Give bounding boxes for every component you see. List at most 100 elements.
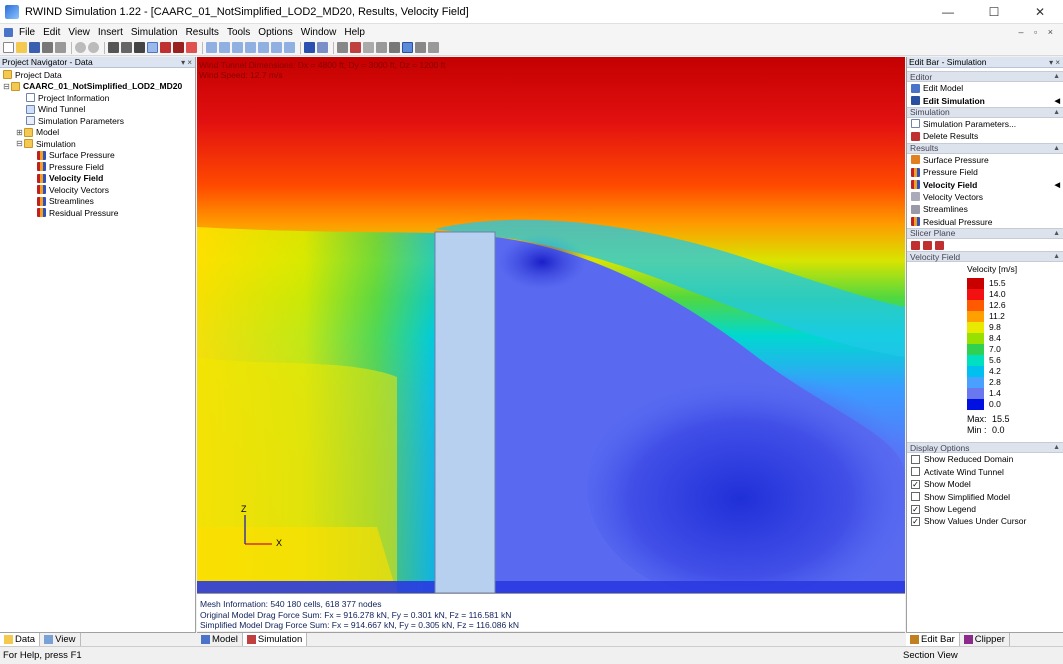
view-top-icon[interactable] bbox=[245, 42, 256, 53]
section-slicer-plane[interactable]: Slicer Plane▲ bbox=[907, 228, 1063, 239]
result-residual-pressure[interactable]: Residual Pressure bbox=[907, 216, 1063, 228]
checkbox-unchecked-icon[interactable] bbox=[911, 455, 920, 464]
display-option[interactable]: ✓Show Legend bbox=[907, 503, 1063, 515]
collapse-chevron-icon[interactable]: ▲ bbox=[1053, 109, 1060, 116]
checkbox-unchecked-icon[interactable] bbox=[911, 467, 920, 476]
simulation-parameters-item[interactable]: Simulation Parameters... bbox=[907, 118, 1063, 130]
collapse-icon[interactable]: ⊟ bbox=[2, 82, 11, 91]
section-simulation[interactable]: Simulation▲ bbox=[907, 107, 1063, 118]
select-icon[interactable] bbox=[108, 42, 119, 53]
open-icon[interactable] bbox=[16, 42, 27, 53]
collapse-chevron-icon[interactable]: ▲ bbox=[1053, 73, 1060, 80]
display-option[interactable]: Show Reduced Domain bbox=[907, 453, 1063, 465]
move-icon[interactable] bbox=[134, 42, 145, 53]
save-icon[interactable] bbox=[29, 42, 40, 53]
building-model[interactable] bbox=[435, 232, 495, 593]
section-editor[interactable]: Editor▲ bbox=[907, 71, 1063, 82]
menu-options[interactable]: Options bbox=[254, 27, 296, 38]
tree-project[interactable]: ⊟ CAARC_01_NotSimplified_LOD2_MD20 bbox=[0, 81, 195, 93]
view-bottom-icon[interactable] bbox=[258, 42, 269, 53]
collapse-chevron-icon[interactable]: ▲ bbox=[1053, 253, 1060, 260]
collapse-chevron-icon[interactable]: ▲ bbox=[1053, 230, 1060, 237]
delete-results-item[interactable]: Delete Results bbox=[907, 130, 1063, 142]
tab-clipper[interactable]: Clipper bbox=[960, 633, 1010, 646]
edit-bar-pin-close[interactable]: ▾ × bbox=[1049, 58, 1060, 67]
tree-item-project-information[interactable]: Project Information bbox=[0, 92, 195, 104]
tree-sim-surface-pressure[interactable]: Surface Pressure bbox=[0, 150, 195, 162]
view-back-icon[interactable] bbox=[232, 42, 243, 53]
tab-model[interactable]: Model bbox=[197, 633, 243, 646]
display-option[interactable]: Activate Wind Tunnel bbox=[907, 466, 1063, 478]
tree-item-wind-tunnel[interactable]: Wind Tunnel bbox=[0, 104, 195, 116]
tree-sim-velocity-field[interactable]: Velocity Field bbox=[0, 173, 195, 185]
render-icon[interactable] bbox=[317, 42, 328, 53]
menu-simulation[interactable]: Simulation bbox=[127, 27, 182, 38]
tree-root[interactable]: Project Data bbox=[0, 69, 195, 81]
rotate-icon[interactable] bbox=[121, 42, 132, 53]
results-icon[interactable] bbox=[160, 42, 171, 53]
tree-sim-velocity-vectors[interactable]: Velocity Vectors bbox=[0, 184, 195, 196]
mdi-controls[interactable]: – ▫ × bbox=[1019, 27, 1057, 37]
tree-item-simulation-parameters[interactable]: Simulation Parameters bbox=[0, 115, 195, 127]
result-velocity-vectors[interactable]: Velocity Vectors bbox=[907, 191, 1063, 203]
menu-insert[interactable]: Insert bbox=[94, 27, 127, 38]
view-iso-icon[interactable] bbox=[206, 42, 217, 53]
tree-sim-pressure-field[interactable]: Pressure Field bbox=[0, 161, 195, 173]
result-velocity-field[interactable]: Velocity Field◀ bbox=[907, 178, 1063, 190]
display-option[interactable]: Show Simplified Model bbox=[907, 490, 1063, 502]
animation-icon[interactable] bbox=[428, 42, 439, 53]
minimize-button[interactable]: — bbox=[925, 0, 971, 24]
checkbox-checked-icon[interactable]: ✓ bbox=[911, 480, 920, 489]
maximize-button[interactable]: ☐ bbox=[971, 0, 1017, 24]
menu-tools[interactable]: Tools bbox=[223, 27, 254, 38]
probe-icon[interactable] bbox=[376, 42, 387, 53]
display-option[interactable]: ✓Show Values Under Cursor bbox=[907, 515, 1063, 527]
navigator-pin-close[interactable]: ▾ × bbox=[181, 58, 192, 67]
print-preview-icon[interactable] bbox=[55, 42, 66, 53]
section-velocity-field[interactable]: Velocity Field▲ bbox=[907, 251, 1063, 262]
tree-sim-residual-pressure[interactable]: Residual Pressure bbox=[0, 207, 195, 219]
checkbox-unchecked-icon[interactable] bbox=[911, 492, 920, 501]
document-menu-icon[interactable] bbox=[4, 28, 13, 37]
tab-simulation[interactable]: Simulation bbox=[243, 633, 307, 646]
results-pressure-icon[interactable] bbox=[186, 42, 197, 53]
result-pressure-field[interactable]: Pressure Field bbox=[907, 166, 1063, 178]
results-velocity-icon[interactable] bbox=[173, 42, 184, 53]
tree-item-model[interactable]: ⊞ Model bbox=[0, 127, 195, 139]
collapse-icon[interactable]: ⊟ bbox=[15, 139, 24, 148]
tree-item-simulation[interactable]: ⊟ Simulation bbox=[0, 138, 195, 150]
display-mode-icon[interactable] bbox=[304, 42, 315, 53]
slicer-z-icon[interactable] bbox=[935, 241, 944, 250]
tree-sim-streamlines[interactable]: Streamlines bbox=[0, 196, 195, 208]
new-icon[interactable] bbox=[3, 42, 14, 53]
expand-icon[interactable]: ⊞ bbox=[15, 128, 24, 137]
legend-toggle-icon[interactable] bbox=[402, 42, 413, 53]
result-streamlines[interactable]: Streamlines bbox=[907, 203, 1063, 215]
view-left-icon[interactable] bbox=[271, 42, 282, 53]
menu-window[interactable]: Window bbox=[297, 27, 341, 38]
view-front-icon[interactable] bbox=[219, 42, 230, 53]
menu-edit[interactable]: Edit bbox=[39, 27, 64, 38]
redo-icon[interactable] bbox=[88, 42, 99, 53]
section-results[interactable]: Results▲ bbox=[907, 143, 1063, 154]
zoom-window-icon[interactable] bbox=[147, 42, 158, 53]
menu-results[interactable]: Results bbox=[182, 27, 223, 38]
measure-icon[interactable] bbox=[337, 42, 348, 53]
menu-help[interactable]: Help bbox=[340, 27, 369, 38]
view-right-icon[interactable] bbox=[284, 42, 295, 53]
result-surface-pressure[interactable]: Surface Pressure bbox=[907, 154, 1063, 166]
menu-view[interactable]: View bbox=[64, 27, 94, 38]
print-icon[interactable] bbox=[42, 42, 53, 53]
tab-data[interactable]: Data bbox=[0, 633, 40, 646]
clip-icon[interactable] bbox=[363, 42, 374, 53]
display-option[interactable]: ✓Show Model bbox=[907, 478, 1063, 490]
collapse-chevron-icon[interactable]: ▲ bbox=[1053, 145, 1060, 152]
edit-model-item[interactable]: Edit Model bbox=[907, 82, 1063, 94]
checkbox-checked-icon[interactable]: ✓ bbox=[911, 505, 920, 514]
slicer-y-icon[interactable] bbox=[923, 241, 932, 250]
close-button[interactable]: ✕ bbox=[1017, 0, 1063, 24]
tab-edit-bar[interactable]: Edit Bar bbox=[906, 633, 960, 646]
camera-icon[interactable] bbox=[389, 42, 400, 53]
edit-simulation-item[interactable]: Edit Simulation◀ bbox=[907, 94, 1063, 106]
menu-file[interactable]: File bbox=[15, 27, 39, 38]
